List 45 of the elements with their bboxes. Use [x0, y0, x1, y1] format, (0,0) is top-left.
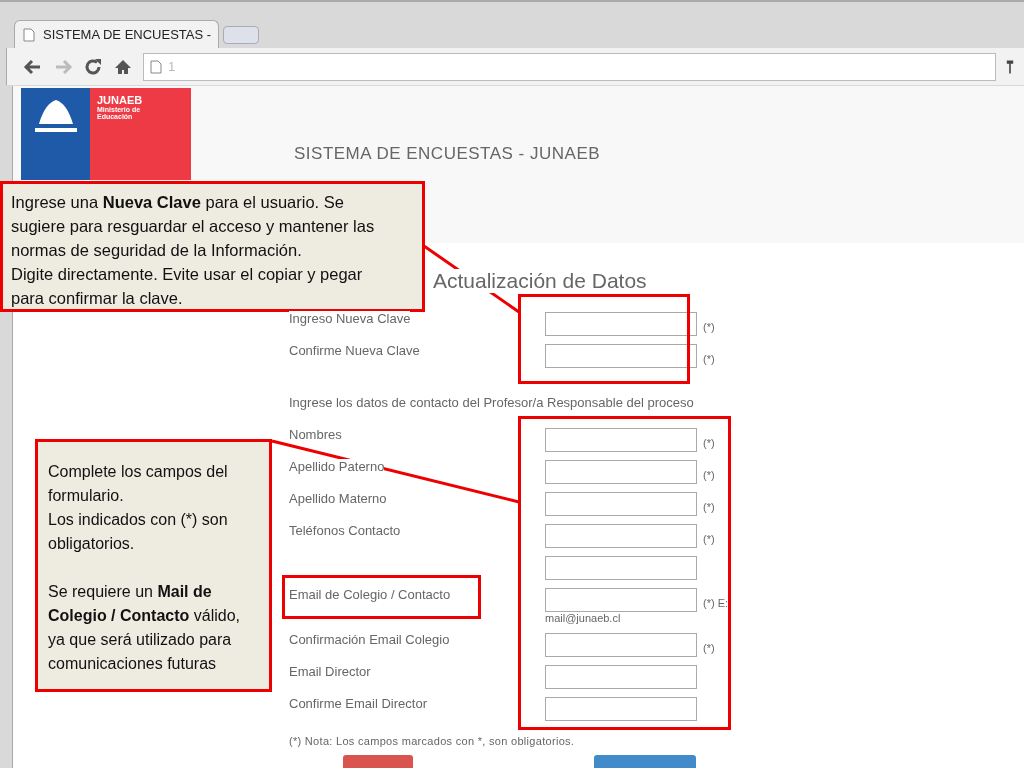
section-intro: Ingrese los datos de contacto del Profesor/a Responsable del proceso	[289, 395, 695, 410]
input-field[interactable]	[545, 428, 697, 452]
required-mark: (*)	[703, 320, 715, 333]
required-mark: (*) E:	[703, 596, 729, 609]
input-field[interactable]	[545, 697, 697, 721]
input-field[interactable]	[545, 633, 697, 657]
page-title: SISTEMA DE ENCUESTAS - JUNAEB	[294, 144, 601, 164]
callout-text: Ingrese una Nueva Clave para el usuario. Se sugiere para resguardar el acceso y mantener las normas de seguridad de la Información.	[11, 192, 376, 261]
input-field[interactable]	[545, 588, 697, 612]
input-field[interactable]	[545, 492, 697, 516]
required-mark: (*)	[703, 532, 715, 545]
field-label: Confirme Nueva Clave	[289, 343, 420, 358]
input-field[interactable]	[545, 556, 697, 580]
field-label: Email Director	[289, 664, 371, 679]
field-label: Ingreso Nueva Clave	[289, 311, 411, 326]
input-field[interactable]	[545, 460, 697, 484]
field-label: Email de Colegio / Contacto	[289, 587, 451, 602]
callout-text: Se requiere un Mail de Colegio / Contacto válido, ya que será utilizado para comunicaciones futuras	[48, 582, 242, 674]
field-label: Apellido Paterno	[289, 459, 385, 474]
field-hint: mail@junaeb.cl	[545, 612, 621, 624]
reload-icon[interactable]	[83, 56, 103, 77]
callout-text: Complete los campos del formulario.	[48, 462, 229, 506]
input-field[interactable]	[545, 312, 697, 336]
field-label: Nombres	[289, 427, 342, 442]
form-title: Actualización de Datos	[433, 269, 647, 293]
field-label: Confirme Email Director	[289, 696, 427, 711]
required-mark: (*)	[703, 352, 715, 365]
page-icon	[23, 27, 35, 42]
field-label: Teléfonos Contacto	[289, 523, 401, 538]
new-tab-button[interactable]	[223, 26, 259, 44]
required-mark: (*)	[703, 500, 715, 513]
input-field[interactable]	[545, 665, 697, 689]
callout-text: Digite directamente. Evite usar el copiar y pegar para confirmar la clave.	[11, 264, 364, 309]
page-icon	[150, 59, 162, 74]
logo-name: JUNAEB	[97, 94, 143, 106]
callout-text: Los indicados con (*) son obligatorios.	[48, 510, 229, 554]
required-mark: (*)	[703, 436, 715, 449]
browser-tab[interactable]: SISTEMA DE ENCUESTAS -	[14, 20, 219, 48]
required-note: (*) Nota: Los campos marcados con *, son obligatorios.	[289, 735, 576, 747]
field-label: Apellido Materno	[289, 491, 387, 506]
input-field[interactable]	[545, 344, 697, 368]
input-field[interactable]	[545, 524, 697, 548]
field-label: Confirmación Email Colegio	[289, 632, 450, 647]
required-mark: (*)	[703, 641, 715, 654]
required-mark: (*)	[703, 468, 715, 481]
